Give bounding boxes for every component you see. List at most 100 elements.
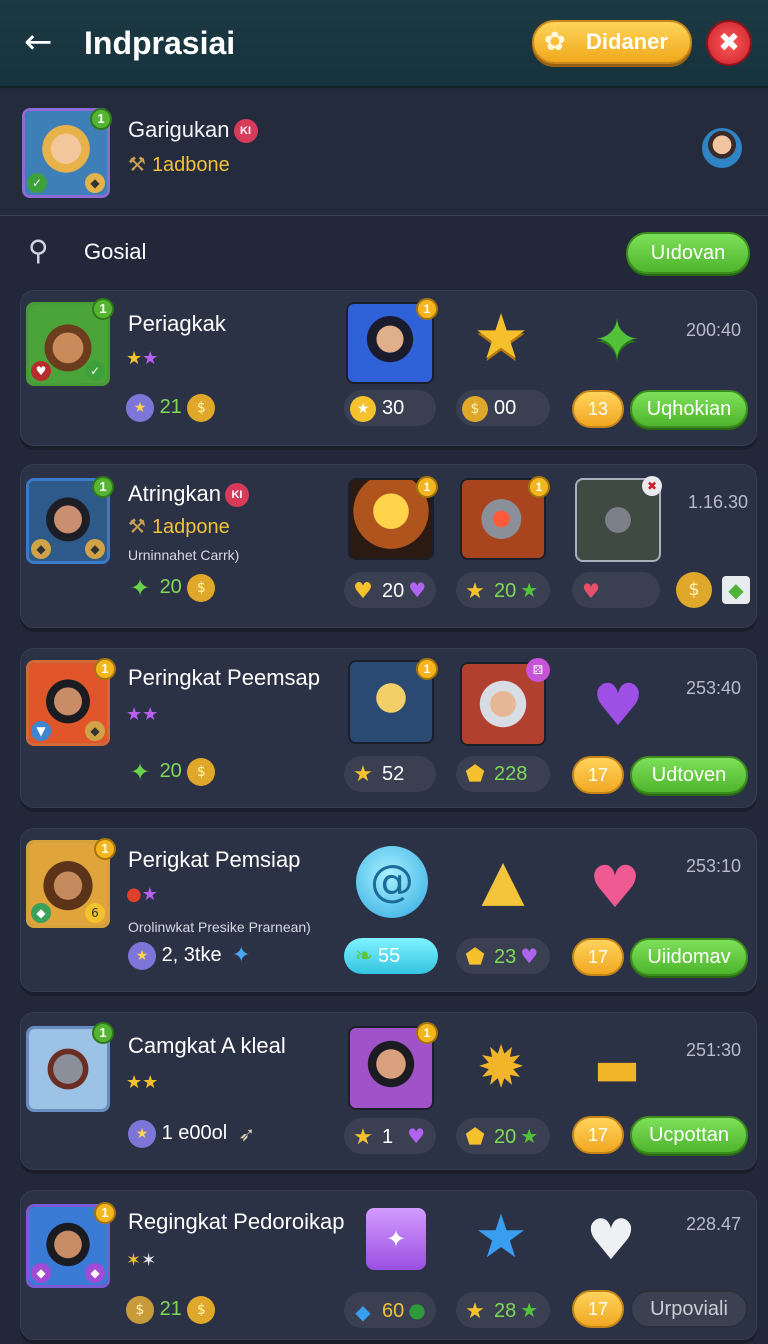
star-icon: ★ — [353, 1124, 373, 1150]
row-action-button[interactable]: Udtoven — [630, 756, 748, 794]
green-star-icon: ★ — [520, 1298, 539, 1322]
gold-pyramid-icon: ▲ — [481, 848, 525, 913]
number-badge: 6 — [85, 903, 105, 923]
green-star-icon: ✦ — [593, 308, 641, 373]
row-time: 253:10 — [686, 856, 742, 876]
profile-panel — [0, 90, 768, 216]
star-coin-icon: ★ — [128, 941, 156, 970]
blue-star-icon: ★ — [474, 1202, 528, 1272]
star-pill: ★ 20 ★ — [456, 572, 550, 608]
green-orb-icon: ● — [408, 1298, 426, 1322]
hammer-icon: ⚒ — [128, 514, 146, 538]
green-gem-icon: ◆ — [722, 576, 750, 604]
shield-icon: ◆ — [85, 173, 105, 193]
coin-row: $ 21 $ — [126, 1294, 216, 1324]
row-name: Camgkat A kleal — [128, 1033, 286, 1058]
row-action-button[interactable]: Ucpottan — [630, 1116, 748, 1154]
gold-coin-icon: $ — [187, 393, 216, 422]
top-action-button[interactable]: ✿ Didaner — [532, 20, 692, 64]
pill-value: 60 — [382, 1300, 405, 1322]
row-time: 228.47 — [686, 1214, 742, 1234]
pill-value: 28 — [494, 1300, 517, 1322]
blue-star-icon: ✦ — [231, 942, 251, 968]
row-coins: 2, 3tke — [161, 944, 222, 966]
pill-value: 23 — [494, 946, 517, 968]
gem-icon: ◆ — [31, 903, 51, 923]
blue-swirl-icon: @ — [356, 846, 428, 918]
coin-pill: $00 — [456, 390, 550, 426]
search-action-button[interactable]: Uıdovan — [626, 232, 750, 274]
gold-coin-icon: $ — [187, 757, 216, 786]
row-coins: 20 — [159, 576, 182, 598]
count-badge: 17 — [572, 1290, 624, 1328]
level-badge: 1 — [94, 838, 116, 860]
star-coin-icon: ★ — [126, 393, 154, 422]
gold-shield-icon: ⬟ — [465, 944, 485, 970]
gold-shield-icon: ⬟ — [465, 1124, 485, 1150]
rocket-icon: ➶ — [238, 1121, 256, 1146]
coin-row: ★ 2, 3tke ✦ — [128, 940, 255, 970]
level-badge: 1 — [528, 476, 550, 498]
row-coins: 21 — [159, 1298, 182, 1320]
heart-icon: ♥ — [31, 361, 51, 381]
gem-icon: ◆ — [85, 1263, 105, 1283]
row-action-button[interactable]: Uqhokian — [630, 390, 748, 428]
rank-stars: ★★ — [126, 704, 159, 725]
row-subtitle: Urninnahet Carrk) — [128, 547, 240, 563]
gold-star-icon: ★ — [473, 300, 529, 373]
profile-name: Garigukan KI — [128, 116, 258, 144]
row-name: Peringkat Peemsap — [128, 665, 320, 690]
close-icon[interactable]: ✖ — [706, 20, 752, 66]
level-badge: 1 — [416, 658, 438, 680]
rank-stars: ✶✶ — [126, 1250, 157, 1271]
pill-value: 20 — [494, 1126, 517, 1148]
rank-stars: ★★ — [126, 1072, 159, 1093]
count-badge: 17 — [572, 1116, 624, 1154]
back-arrow-icon[interactable]: ← — [24, 22, 64, 62]
red-heart-icon: ♥ — [582, 578, 600, 603]
gold-heart-icon: ♥ — [353, 578, 373, 604]
row-subtitle: Orolinwkat Presike Prarnean) — [128, 919, 311, 935]
top-action-label: Didaner — [586, 29, 668, 54]
gold-shield-icon: ⬟ — [465, 761, 485, 787]
check-icon: ✓ — [85, 361, 105, 381]
row-action-button[interactable]: Uiidomav — [630, 938, 748, 976]
level-badge: 1 — [94, 1202, 116, 1224]
row-action-button[interactable]: Urpoviali — [630, 1290, 748, 1328]
search-icon[interactable]: ⚲ — [28, 236, 58, 266]
leaf-pill: ❧ 55 — [344, 938, 438, 974]
level-badge: 1 — [416, 476, 438, 498]
treasure-icon: ▬ — [593, 1039, 641, 1097]
purple-box-icon: ✦ — [366, 1208, 426, 1270]
level-badge: 1 — [90, 108, 112, 130]
star-coin-icon: ★ — [128, 1119, 156, 1148]
shield-pill: ⬟ 23 ♥ — [456, 938, 550, 974]
star-icon: ★ — [465, 578, 485, 604]
close-icon[interactable]: ✖ — [642, 476, 662, 496]
row-name: Atringkan — [128, 481, 221, 506]
friend-avatar[interactable] — [702, 128, 742, 168]
star-pill: ★ 28 ★ — [456, 1292, 550, 1328]
profile-currency: ⚒ 1adbone — [128, 151, 230, 178]
pill-value: 00 — [494, 397, 517, 419]
row-name-wrap: Atringkan KI — [128, 480, 249, 508]
level-badge: 1 — [416, 1022, 438, 1044]
coin-row: ✦ 20 $ — [126, 572, 216, 602]
level-badge: 1 — [416, 298, 438, 320]
shield-icon: ◆ — [85, 539, 105, 559]
star-icon: ★ — [465, 1298, 485, 1324]
star-icon: ★ — [350, 395, 376, 422]
gold-medal-icon: ✹ — [476, 1033, 526, 1101]
check-icon: ✓ — [27, 173, 47, 193]
row-coins: 21 — [159, 396, 182, 418]
search-label: Gosial — [84, 239, 147, 264]
dice-icon: ⚄ — [526, 658, 550, 682]
row-time: 253:40 — [686, 678, 742, 698]
row-currency-value: 1adpone — [151, 516, 230, 538]
empty-pill: ♥ — [572, 572, 660, 608]
gem-icon: ◆ — [31, 1263, 51, 1283]
gift-icon: ✿ — [544, 27, 566, 57]
level-badge: 1 — [94, 658, 116, 680]
pill-value: 1 — [382, 1126, 394, 1148]
profile-name-text: Garigukan — [128, 117, 230, 142]
